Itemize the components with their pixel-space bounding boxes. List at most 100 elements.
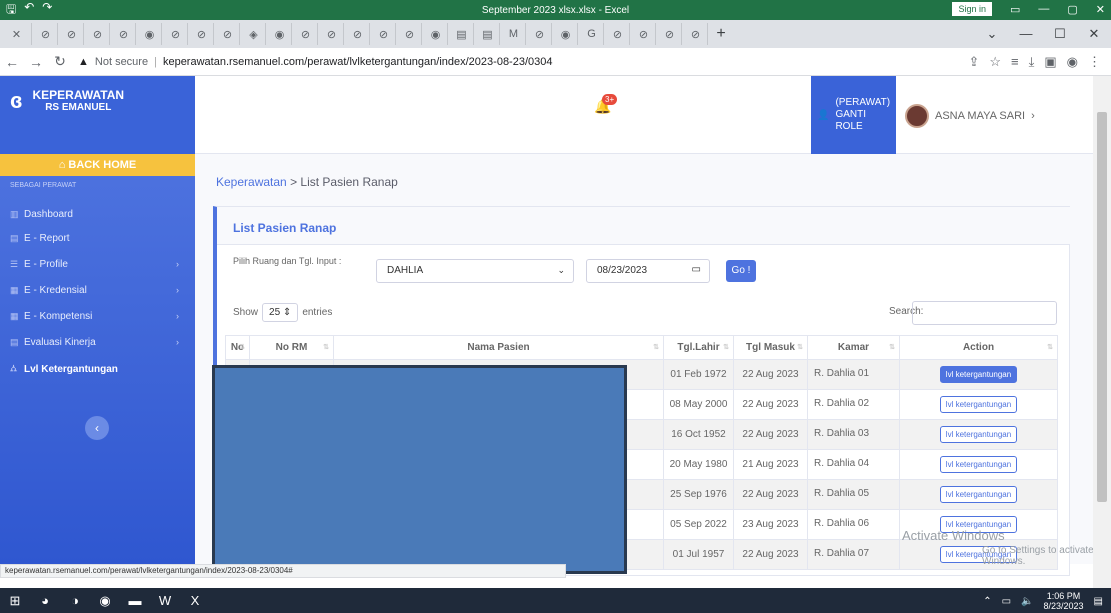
lvl-ketergantungan-button[interactable]: lvl ketergantungan	[939, 486, 1018, 503]
excel-icon[interactable]: X	[180, 593, 210, 608]
browser-tab[interactable]: ◈	[242, 23, 266, 45]
browser-tab[interactable]: ⊘	[346, 23, 370, 45]
search-input[interactable]	[912, 301, 1057, 325]
go-button[interactable]: Go !	[726, 260, 756, 282]
browser-tab[interactable]: ⊘	[658, 23, 682, 45]
sidepanel-icon[interactable]: ▣	[1044, 54, 1056, 70]
brand[interactable]: ɞ KEPERAWATAN RS EMANUEL	[0, 76, 195, 154]
column-header-no[interactable]: No ⇅	[225, 335, 250, 360]
column-header-label: Kamar	[837, 342, 870, 353]
browser-tab[interactable]: G	[580, 23, 604, 45]
maximize-icon[interactable]: ▢	[1067, 3, 1077, 16]
sidebar-item-e-kredensial[interactable]: ▦ E - Kredensial ›	[0, 280, 195, 300]
page-scrollbar[interactable]	[1093, 76, 1111, 588]
tab-search-icon[interactable]: ⌄	[975, 20, 1009, 48]
breadcrumb-root-link[interactable]: Keperawatan	[216, 175, 287, 189]
browser-tab[interactable]: ⊘	[606, 23, 630, 45]
browser-tab[interactable]: M	[502, 23, 526, 45]
new-tab-icon[interactable]: +	[708, 25, 734, 43]
cell-tgl-masuk: 22 Aug 2023	[733, 389, 808, 420]
browser-tab[interactable]: ⊘	[34, 23, 58, 45]
cell-tgl-lahir: 01 Feb 1972	[663, 359, 734, 390]
sidebar-collapse-button[interactable]: ‹	[85, 416, 109, 440]
close-icon[interactable]: ✕	[1096, 3, 1105, 16]
profile-icon[interactable]: ◉	[1067, 54, 1078, 70]
browser-tab[interactable]: ▤	[476, 23, 500, 45]
scrollbar-thumb[interactable]	[1097, 112, 1107, 502]
browser-tab[interactable]: ◉	[138, 23, 162, 45]
sidebar-item-label: E - Kredensial	[24, 284, 87, 296]
browser-tab[interactable]: ⊘	[216, 23, 240, 45]
sidebar-item-e-kompetensi[interactable]: ▦ E - Kompetensi ›	[0, 306, 195, 326]
notification-center-icon[interactable]: ▤	[1094, 596, 1103, 607]
lvl-ketergantungan-button[interactable]: lvl ketergantungan	[939, 366, 1018, 383]
column-header-nama-pasien[interactable]: Nama Pasien ⇅	[333, 335, 664, 360]
reading-list-icon[interactable]: ≡	[1011, 54, 1019, 70]
menu-icon[interactable]: ⋮	[1088, 54, 1101, 70]
ganti-role-button[interactable]: 👤 (PERAWAT) GANTI ROLE ›	[811, 76, 899, 154]
back-home-button[interactable]: ⌂ BACK HOME	[0, 154, 195, 176]
column-header-tgl-masuk[interactable]: Tgl Masuk ⇅	[733, 335, 808, 360]
reload-icon[interactable]: ↻	[48, 53, 72, 70]
column-header-no-rm[interactable]: No RM ⇅	[249, 335, 334, 360]
notification-bell-icon[interactable]: 🔔 3+	[594, 94, 618, 115]
column-header-tgl-lahir[interactable]: Tgl.Lahir ⇅	[663, 335, 734, 360]
url-field[interactable]: ▲ Not secure | keperawatan.rsemanuel.com…	[72, 56, 968, 68]
word-icon[interactable]: W	[150, 593, 180, 608]
lvl-ketergantungan-button[interactable]: lvl ketergantungan	[939, 456, 1018, 473]
browser-close-icon[interactable]: ✕	[1077, 20, 1111, 48]
browser-tab[interactable]: ◉	[268, 23, 292, 45]
network-icon[interactable]: ▭	[1002, 596, 1011, 607]
browser-tab[interactable]: ⊘	[112, 23, 136, 45]
browser-tab[interactable]: ⊘	[294, 23, 318, 45]
sidebar-item-lvl-ketergantungan[interactable]: ⛼ Lvl Ketergantungan	[0, 359, 195, 379]
browser-tab[interactable]: ⊘	[320, 23, 344, 45]
browser-tab[interactable]: ⊘	[528, 23, 552, 45]
browser-tab[interactable]: ◉	[424, 23, 448, 45]
browser-tab[interactable]: ⊘	[86, 23, 110, 45]
minimize-icon[interactable]: —	[1038, 3, 1049, 15]
chrome-icon[interactable]: ◉	[90, 593, 120, 609]
browser-tab[interactable]: ▤	[450, 23, 474, 45]
browser-tab[interactable]: ⊘	[632, 23, 656, 45]
browser-tab[interactable]: ◉	[554, 23, 578, 45]
active-tab-close-icon[interactable]: ✕	[2, 23, 32, 45]
browser-tab[interactable]: ⊘	[398, 23, 422, 45]
cell-kamar: R. Dahlia 06	[807, 509, 900, 540]
lvl-ketergantungan-button[interactable]: lvl ketergantungan	[939, 426, 1018, 443]
excel-signin-button[interactable]: Sign in	[952, 2, 992, 16]
browser-tab[interactable]: ⊘	[684, 23, 708, 45]
sidebar-item-e-profile[interactable]: ☰ E - Profile ›	[0, 254, 195, 274]
clock[interactable]: 1:06 PM 8/23/2023	[1044, 591, 1084, 611]
calendar-icon[interactable]: ▭	[692, 264, 701, 275]
share-icon[interactable]: ⇪	[968, 54, 979, 70]
user-menu[interactable]: ASNA MAYA SARI ›	[905, 104, 1035, 128]
browser-tab[interactable]: ⊘	[60, 23, 84, 45]
windows-start-icon[interactable]: ⊞	[0, 593, 30, 609]
tray-chevron-icon[interactable]: ⌃	[983, 596, 991, 607]
back-icon[interactable]: ←	[0, 54, 24, 70]
bookmark-star-icon[interactable]: ☆	[989, 54, 1001, 70]
sidebar-item-e-report[interactable]: ▤ E - Report	[0, 228, 195, 248]
browser-maximize-icon[interactable]: ☐	[1043, 20, 1077, 48]
sidebar-item-evaluasi-kinerja[interactable]: ▤ Evaluasi Kinerja ›	[0, 332, 195, 352]
browser-minimize-icon[interactable]: —	[1009, 20, 1043, 48]
sort-icon: ⇅	[797, 344, 803, 351]
edge-icon[interactable]: ◑	[60, 593, 90, 608]
download-icon[interactable]: ⤓	[1029, 54, 1035, 70]
volume-icon[interactable]: 🔈	[1021, 596, 1033, 607]
ruang-select[interactable]: DAHLIA ⌄	[376, 259, 574, 283]
entries-select[interactable]: 25 ⇕	[262, 303, 299, 322]
browser-tab[interactable]: ⊘	[164, 23, 188, 45]
browser-tab[interactable]: ⊘	[372, 23, 396, 45]
forward-icon[interactable]: →	[24, 54, 48, 70]
sidebar-item-dashboard[interactable]: ▥ Dashboard	[0, 204, 195, 224]
lvl-ketergantungan-button[interactable]: lvl ketergantungan	[939, 396, 1018, 413]
date-input[interactable]: 08/23/2023 ▭	[586, 259, 710, 283]
browser-tab[interactable]: ⊘	[190, 23, 214, 45]
column-header-action[interactable]: Action ⇅	[899, 335, 1058, 360]
ribbon-display-icon[interactable]: ▭	[1010, 3, 1020, 16]
file-explorer-icon[interactable]: ▬	[120, 593, 150, 608]
column-header-kamar[interactable]: Kamar ⇅	[807, 335, 900, 360]
firefox-icon[interactable]: ◕	[30, 593, 60, 608]
